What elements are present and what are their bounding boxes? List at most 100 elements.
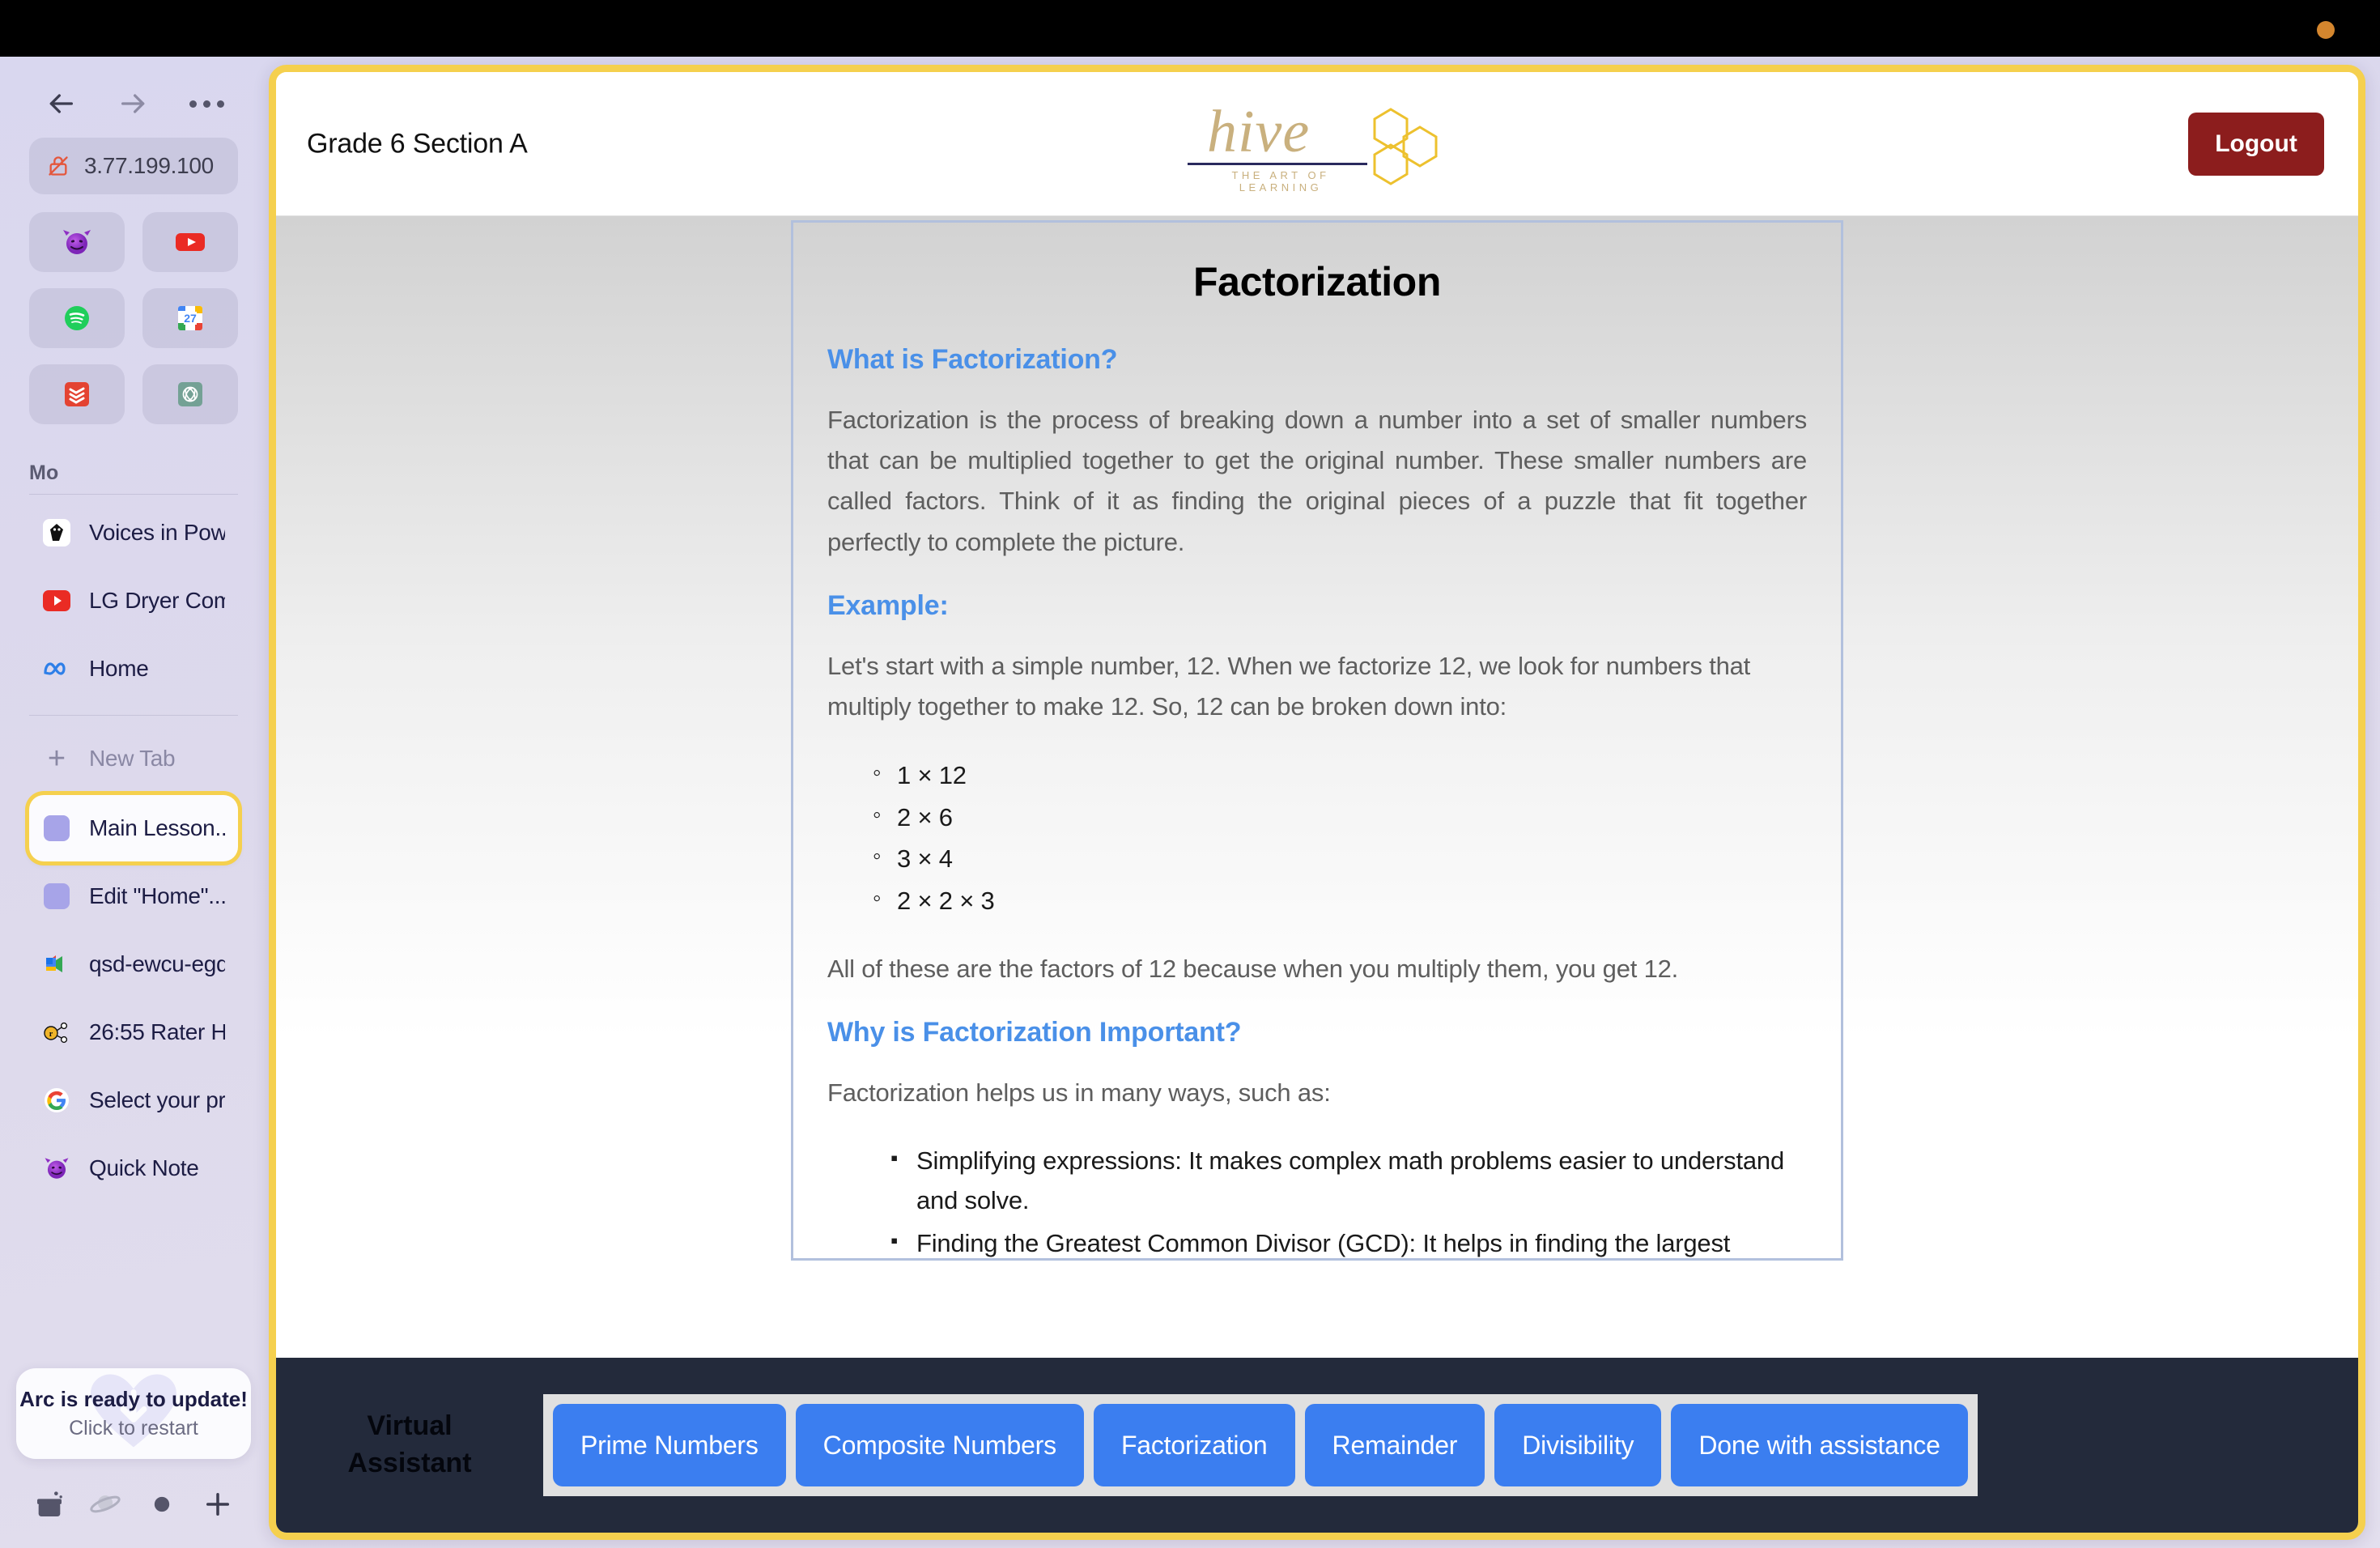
new-tab-button[interactable]: + New Tab: [29, 727, 238, 790]
factor-pairs-list: 1 × 12 2 × 6 3 × 4 2 × 2 × 3: [873, 753, 1807, 921]
favorite-devil-emoji[interactable]: [29, 212, 125, 272]
list-item: 2 × 6: [873, 795, 1807, 838]
section-paragraph-example: Let's start with a simple number, 12. Wh…: [827, 651, 1751, 721]
lesson-title: Factorization: [1193, 259, 1441, 304]
devil-emoji-icon: [42, 1154, 71, 1183]
favorite-spotify[interactable]: [29, 288, 125, 348]
chip-composite-numbers[interactable]: Composite Numbers: [795, 1404, 1084, 1486]
favorite-todoist[interactable]: [29, 364, 125, 424]
arc-update-toast[interactable]: Arc is ready to update! Click to restart: [16, 1368, 251, 1459]
pinned-tab-lg-dryer[interactable]: LG Dryer Com...: [29, 568, 238, 634]
heart-download-icon: [89, 1373, 178, 1455]
tab-raterhub[interactable]: r 26:55 Rater H...: [29, 999, 238, 1065]
forward-arrow-icon[interactable]: [115, 85, 152, 122]
assistant-chip-tray: Prime Numbers Composite Numbers Factoriz…: [543, 1394, 1978, 1496]
tab-main-lesson[interactable]: Main Lesson...: [29, 795, 238, 861]
pinned-tab-label: Home: [89, 656, 149, 681]
tab-label: Edit "Home"...: [89, 883, 225, 908]
google-meet-icon: [42, 950, 71, 979]
favorite-youtube[interactable]: [142, 212, 238, 272]
section-paragraph-what-is: Factorization is the process of breaking…: [827, 406, 1807, 556]
section-heading-example: Example:: [827, 589, 949, 621]
pinned-tab-label: LG Dryer Com...: [89, 588, 225, 613]
pinned-tab-home[interactable]: Home: [29, 636, 238, 702]
tab-edit-home[interactable]: Edit "Home"...: [29, 863, 238, 929]
section-heading-what-is: What is Factorization?: [827, 344, 1118, 375]
tab-label: 26:55 Rater H...: [89, 1019, 225, 1044]
tab-list: Main Lesson... Edit "Home"... qsd-ewcu-e…: [29, 795, 238, 1201]
list-item: Simplifying expressions: It makes comple…: [890, 1142, 1807, 1221]
browser-sidebar: 3.77.199.100 27 Mo Voices in Pow LG Drye…: [0, 57, 267, 1548]
hive-logo-rule: [1188, 162, 1367, 165]
more-options-icon[interactable]: [188, 85, 225, 122]
arc-browser-window: 3.77.199.100 27 Mo Voices in Pow LG Drye…: [0, 57, 2380, 1548]
pinned-tab-voices-in-power[interactable]: Voices in Pow...: [29, 500, 238, 566]
favorites-grid: 27: [29, 212, 238, 424]
lesson-card: Factorization What is Factorization? Fac…: [791, 220, 1843, 1261]
pinned-tab-label: Voices in Pow...: [89, 520, 225, 545]
address-bar[interactable]: 3.77.199.100: [29, 138, 238, 194]
record-dot-icon[interactable]: [143, 1486, 181, 1523]
chip-remainder[interactable]: Remainder: [1304, 1404, 1485, 1486]
youtube-icon: [42, 586, 71, 615]
sidebar-nav-row: [29, 57, 238, 134]
favorite-chatgpt[interactable]: [142, 364, 238, 424]
chip-divisibility[interactable]: Divisibility: [1494, 1404, 1662, 1486]
logout-button[interactable]: Logout: [2188, 112, 2324, 176]
virtual-assistant-label-line2: Assistant: [347, 1448, 472, 1478]
virtual-assistant-label: Virtual Assistant: [276, 1408, 543, 1482]
virtual-assistant-label-line1: Virtual: [367, 1410, 453, 1442]
section-paragraph-example-after: All of these are the factors of 12 becau…: [827, 955, 1679, 984]
tab-google-meet[interactable]: qsd-ewcu-egq: [29, 931, 238, 997]
os-menubar: [0, 0, 2380, 57]
tab-label: Main Lesson...: [89, 815, 225, 840]
chip-prime-numbers[interactable]: Prime Numbers: [553, 1404, 786, 1486]
toast-title: Arc is ready to update!: [19, 1387, 248, 1411]
svg-text:r: r: [49, 1030, 53, 1039]
google-icon: [42, 1086, 71, 1115]
web-content-view: Grade 6 Section A hive THE ART OF LEARNI…: [269, 65, 2365, 1540]
list-item: 1 × 12: [873, 753, 1807, 796]
space-name: Mo: [29, 461, 59, 484]
tab-label: Select your pr...: [89, 1087, 225, 1112]
hive-logo-wordmark: hive: [1207, 98, 1311, 165]
section-heading-why-important: Why is Factorization Important?: [827, 1017, 1242, 1048]
page-icon: [42, 814, 71, 843]
list-item: 3 × 4: [873, 836, 1807, 879]
section-paragraph-why-important: Factorization helps us in many ways, suc…: [827, 1078, 1331, 1108]
list-item: 2 × 2 × 3: [873, 878, 1807, 921]
new-tab-plus-icon[interactable]: [199, 1486, 236, 1523]
page-icon: [42, 882, 71, 911]
site-header: Grade 6 Section A hive THE ART OF LEARNI…: [276, 72, 2358, 216]
tab-select-your-profile[interactable]: Select your pr...: [29, 1067, 238, 1133]
svg-text:27: 27: [184, 312, 197, 325]
lesson-page-body: Factorization What is Factorization? Fac…: [276, 216, 2358, 1358]
toast-subtitle: Click to restart: [69, 1417, 198, 1440]
tab-label: Quick Note: [89, 1155, 199, 1180]
pinned-tab-list: Voices in Pow... LG Dryer Com... Home: [29, 500, 238, 702]
tab-quick-note[interactable]: Quick Note: [29, 1135, 238, 1201]
sidebar-divider-mid: [29, 715, 238, 716]
hive-logo-tagline: THE ART OF LEARNING: [1231, 168, 1330, 194]
list-item: Finding the Greatest Common Divisor (GCD…: [890, 1224, 1807, 1259]
tab-label: qsd-ewcu-egq: [89, 951, 225, 976]
chip-done-with-assistance[interactable]: Done with assistance: [1671, 1404, 1968, 1486]
raterhub-icon: r: [42, 1018, 71, 1047]
benefits-list: Simplifying expressions: It makes comple…: [890, 1142, 1807, 1259]
chip-factorization[interactable]: Factorization: [1093, 1404, 1295, 1486]
recording-indicator-icon: [2317, 21, 2335, 39]
new-tab-plus-icon: +: [47, 742, 66, 776]
sidebar-bottom-toolbar: [0, 1475, 267, 1533]
spaces-planet-icon[interactable]: [87, 1486, 124, 1523]
virtual-assistant-bar: Virtual Assistant Prime Numbers Composit…: [276, 1358, 2358, 1533]
sidebar-divider-top: [29, 494, 238, 495]
new-tab-label: New Tab: [89, 746, 176, 771]
hive-logo: hive THE ART OF LEARNING: [1188, 98, 1447, 194]
honeycomb-hex-bottom: [1373, 142, 1409, 185]
address-bar-url: 3.77.199.100: [84, 153, 214, 178]
back-arrow-icon[interactable]: [42, 85, 79, 122]
voices-in-power-icon: [42, 518, 71, 547]
insecure-lock-icon: [47, 155, 70, 177]
archive-icon[interactable]: [31, 1486, 68, 1523]
favorite-google-calendar[interactable]: 27: [142, 288, 238, 348]
